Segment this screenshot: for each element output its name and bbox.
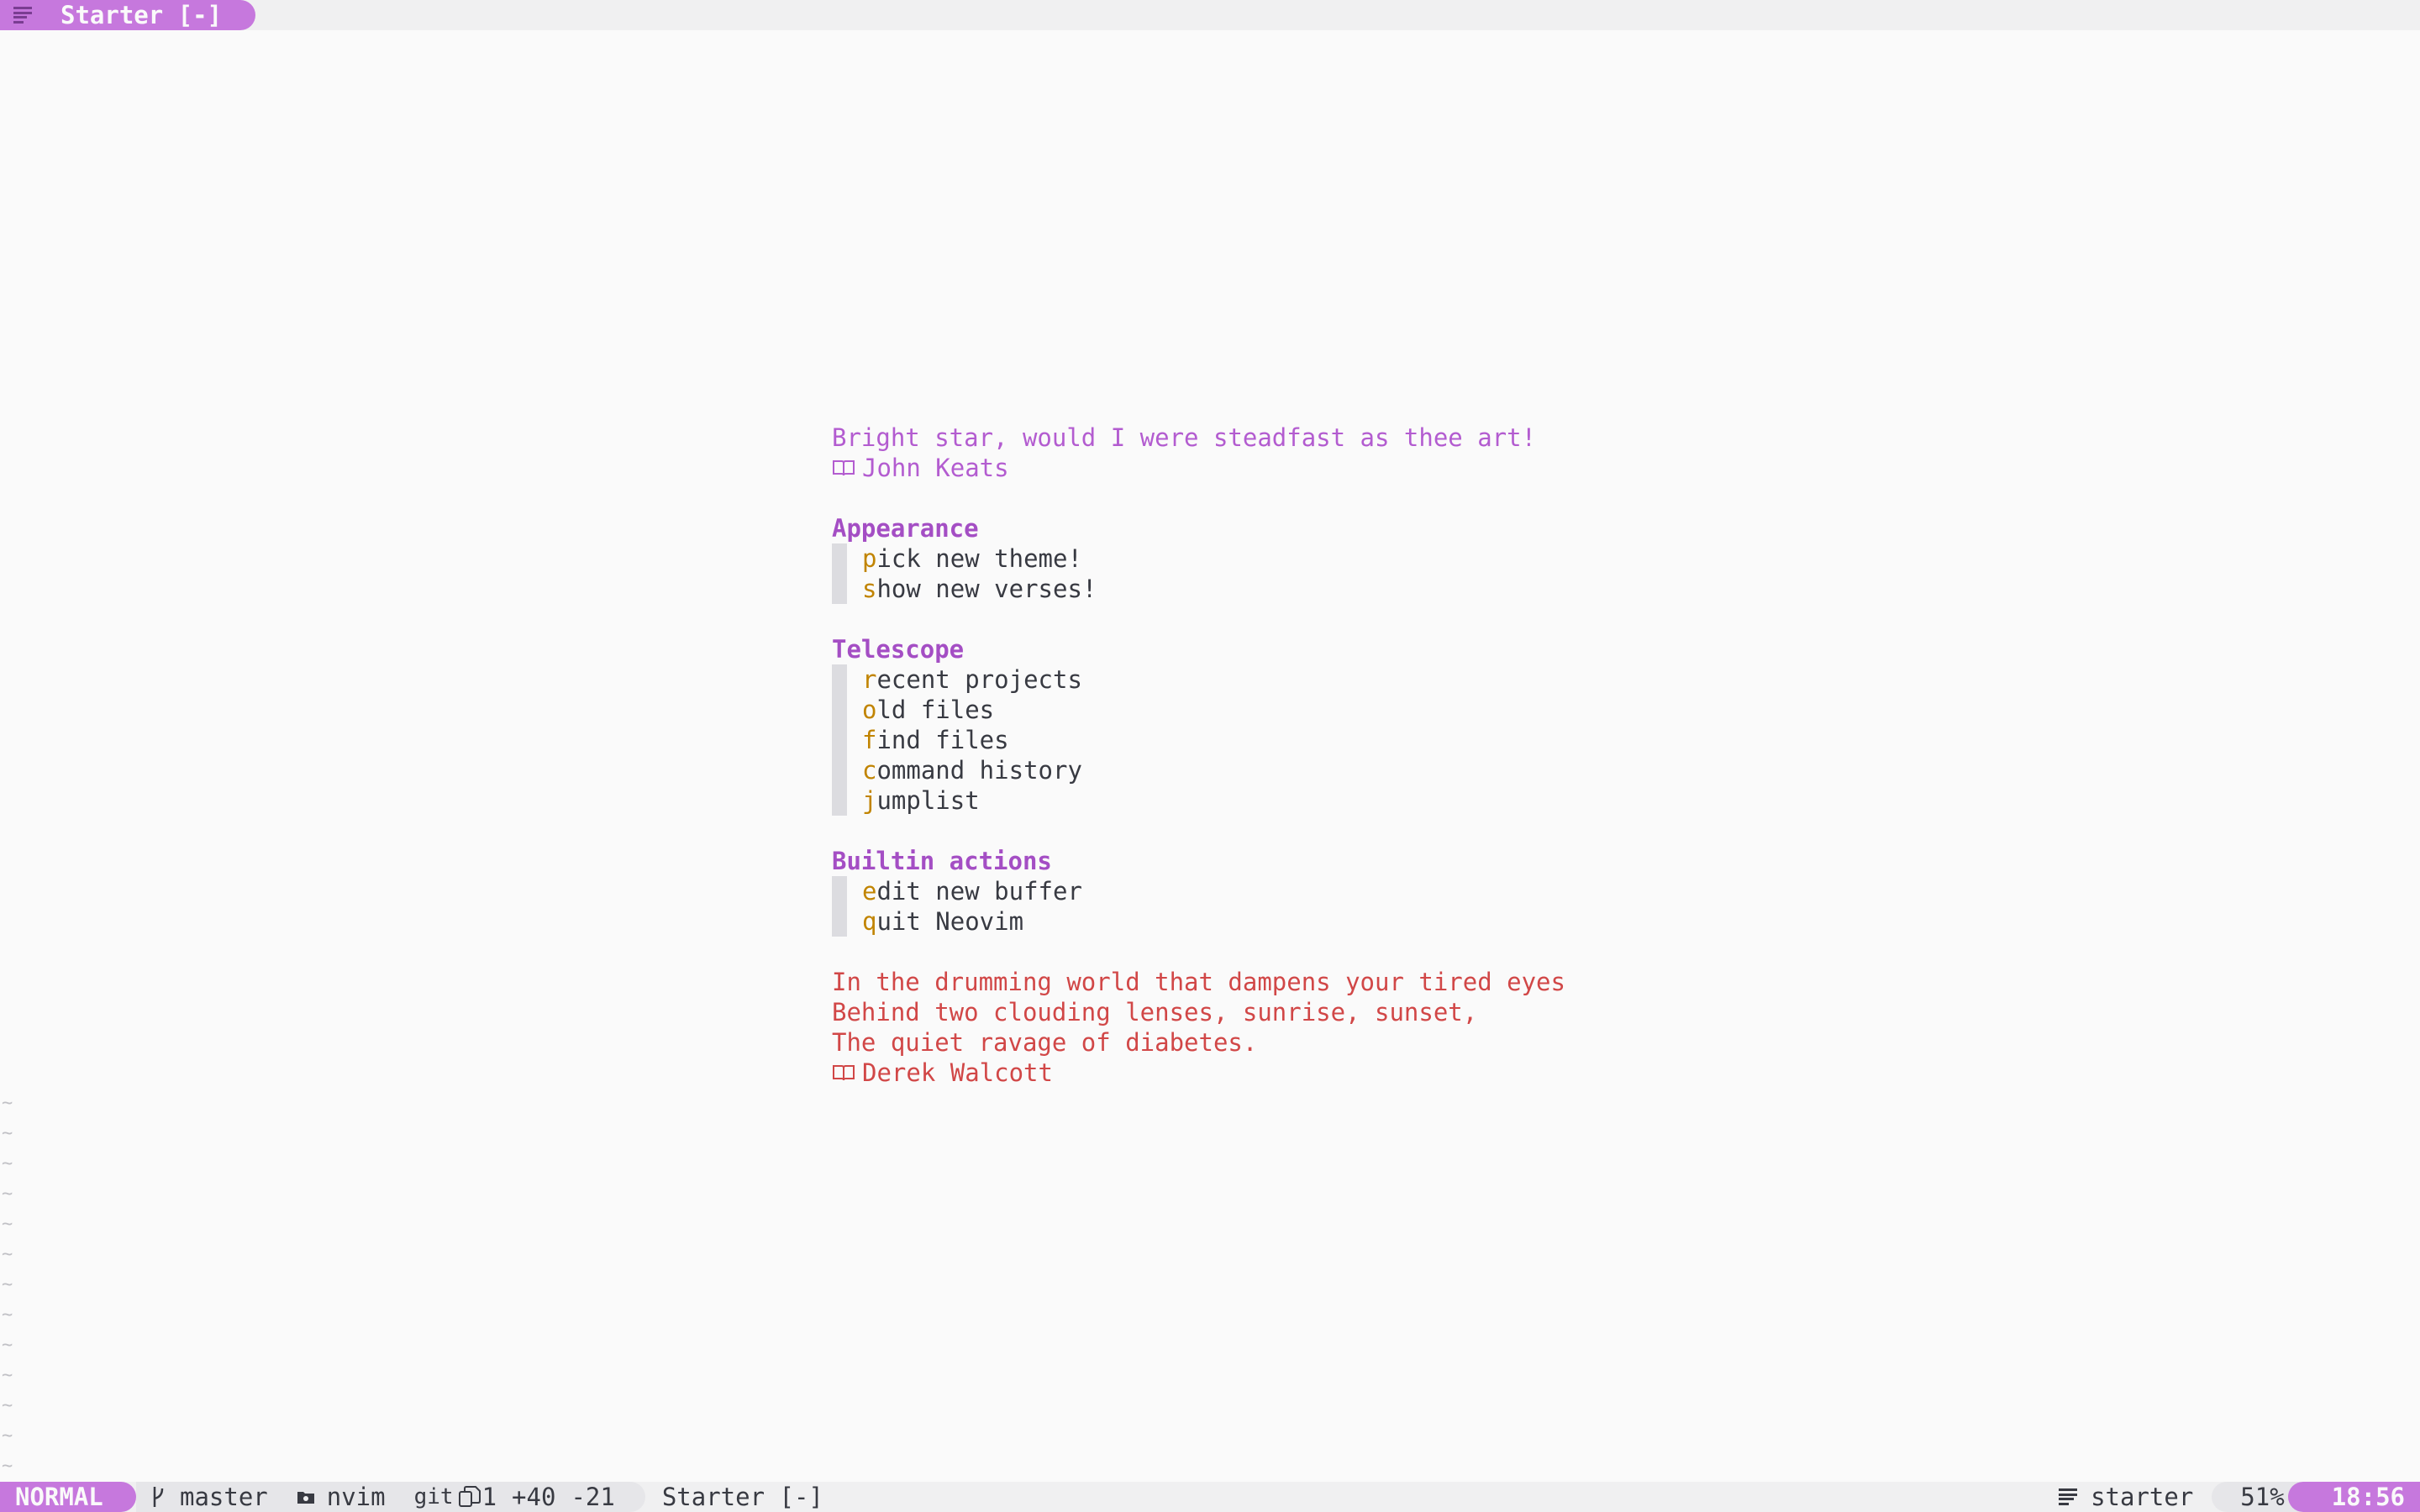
git-label: git bbox=[413, 1484, 454, 1509]
diff-removed: -21 bbox=[571, 1483, 615, 1511]
filetype-segment: starter bbox=[2059, 1483, 2193, 1511]
action-edit-new-buffer[interactable]: edit new buffer bbox=[832, 876, 1565, 906]
action-find-files[interactable]: find files bbox=[832, 725, 1565, 755]
buffer-name: Starter [-] bbox=[661, 1483, 823, 1511]
end-of-buffer-markers: ~ ~ ~ ~ ~ ~ ~ ~ ~ ~ ~ ~ ~ bbox=[0, 1089, 13, 1482]
tab-title: Starter [-] bbox=[60, 1, 223, 29]
diff-files-icon bbox=[458, 1486, 481, 1507]
tilde-marker: ~ bbox=[2, 1093, 13, 1114]
action-label: ommand history bbox=[876, 756, 1082, 785]
cwd-name: nvim bbox=[326, 1483, 386, 1511]
git-branch-icon bbox=[153, 1487, 164, 1507]
action-jumplist[interactable]: jumplist bbox=[832, 785, 1565, 816]
statusline-right: starter 51% 18:56 bbox=[2059, 1482, 2420, 1512]
scroll-percent: 51% bbox=[2212, 1482, 2300, 1512]
action-key: j bbox=[862, 786, 877, 815]
action-label: dit new buffer bbox=[876, 877, 1082, 906]
action-key: p bbox=[862, 544, 877, 573]
branch-segment: master bbox=[151, 1483, 268, 1511]
book-open-icon bbox=[833, 460, 855, 476]
header-author: John Keats bbox=[862, 454, 1009, 482]
action-quit-neovim[interactable]: quit Neovim bbox=[832, 906, 1565, 937]
tilde-marker: ~ bbox=[2, 1274, 13, 1295]
action-label: ld files bbox=[876, 696, 995, 724]
action-old-files[interactable]: old files bbox=[832, 695, 1565, 725]
action-pick-new-theme[interactable]: pick new theme! bbox=[832, 543, 1565, 574]
folder-icon bbox=[297, 1492, 314, 1504]
tilde-marker: ~ bbox=[2, 1214, 13, 1235]
tabline: Starter [-] bbox=[0, 0, 2420, 30]
action-key: f bbox=[862, 726, 877, 754]
action-key: c bbox=[862, 756, 877, 785]
git-info: master nvim git 1 +40 -21 bbox=[136, 1482, 645, 1512]
action-key: s bbox=[862, 575, 877, 603]
tilde-marker: ~ bbox=[2, 1395, 13, 1416]
action-key: q bbox=[862, 907, 877, 936]
tilde-marker: ~ bbox=[2, 1305, 13, 1326]
tilde-marker: ~ bbox=[2, 1153, 13, 1174]
starter-dashboard: Bright star, would I were steadfast as t… bbox=[832, 423, 1565, 1088]
action-key: e bbox=[862, 877, 877, 906]
section-telescope: Telescope bbox=[832, 635, 965, 664]
mode-indicator: NORMAL bbox=[0, 1482, 136, 1512]
list-lines-icon bbox=[13, 7, 32, 24]
git-diff-segment: git 1 +40 -21 bbox=[414, 1483, 615, 1511]
clock: 18:56 bbox=[2287, 1482, 2420, 1512]
tilde-marker: ~ bbox=[2, 1365, 13, 1386]
cwd-segment: nvim bbox=[297, 1483, 386, 1511]
action-show-new-verses[interactable]: show new verses! bbox=[832, 574, 1565, 604]
action-command-history[interactable]: command history bbox=[832, 755, 1565, 785]
action-label: ick new theme! bbox=[876, 544, 1082, 573]
action-key: r bbox=[862, 665, 877, 694]
action-label: ind files bbox=[876, 726, 1009, 754]
action-key: o bbox=[862, 696, 877, 724]
buffer-tab[interactable]: Starter [-] bbox=[0, 0, 255, 30]
footer-quote-line: The quiet ravage of diabetes. bbox=[832, 1028, 1258, 1057]
tilde-marker: ~ bbox=[2, 1335, 13, 1356]
footer-author: Derek Walcott bbox=[862, 1058, 1053, 1087]
action-label: uit Neovim bbox=[876, 907, 1024, 936]
diff-count: 1 bbox=[481, 1483, 497, 1511]
footer-quote-line: In the drumming world that dampens your … bbox=[832, 968, 1565, 996]
tilde-marker: ~ bbox=[2, 1244, 13, 1265]
filetype-name: starter bbox=[2091, 1483, 2194, 1511]
tilde-marker: ~ bbox=[2, 1456, 13, 1477]
section-appearance: Appearance bbox=[832, 514, 979, 543]
header-author-line: John Keats bbox=[832, 453, 1565, 483]
tilde-marker: ~ bbox=[2, 1425, 13, 1446]
footer-quote-line: Behind two clouding lenses, sunrise, sun… bbox=[832, 998, 1478, 1026]
action-label: umplist bbox=[876, 786, 980, 815]
list-lines-icon bbox=[2059, 1488, 2078, 1505]
diff-added: +40 bbox=[512, 1483, 556, 1511]
header-quote: Bright star, would I were steadfast as t… bbox=[832, 423, 1537, 452]
branch-name: master bbox=[180, 1483, 268, 1511]
action-label: how new verses! bbox=[876, 575, 1097, 603]
tilde-marker: ~ bbox=[2, 1123, 13, 1144]
action-label: ecent projects bbox=[876, 665, 1082, 694]
footer-author-line: Derek Walcott bbox=[832, 1058, 1565, 1088]
tilde-marker: ~ bbox=[2, 1184, 13, 1205]
book-open-icon bbox=[833, 1065, 855, 1081]
action-recent-projects[interactable]: recent projects bbox=[832, 664, 1565, 695]
section-builtin-actions: Builtin actions bbox=[832, 847, 1052, 875]
statusline: NORMAL master nvim git 1 +40 -21 Starter… bbox=[0, 1482, 2420, 1512]
